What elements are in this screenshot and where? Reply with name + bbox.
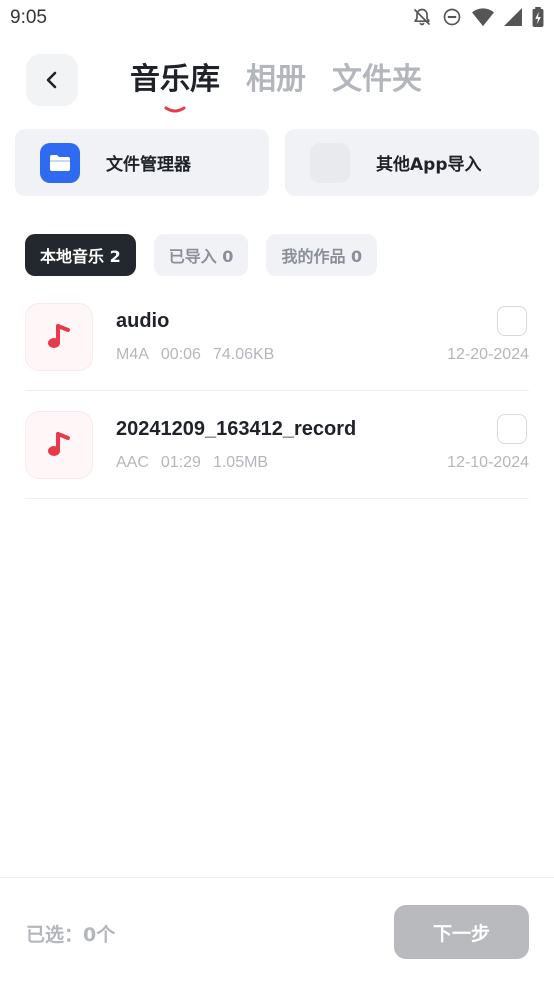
signal-icon bbox=[504, 8, 522, 26]
status-bar: 9:05 bbox=[0, 0, 554, 38]
tab-label: 音乐库 bbox=[130, 62, 220, 97]
tab-album[interactable]: 相册 bbox=[246, 60, 306, 100]
other-app-import-button[interactable]: 其他App导入 bbox=[285, 129, 539, 196]
active-tab-indicator bbox=[164, 106, 186, 113]
filter-chips: 本地音乐 2 已导入 0 我的作品 0 bbox=[25, 234, 378, 276]
folder-icon bbox=[40, 142, 80, 183]
track-size: 74.06KB bbox=[212, 346, 275, 363]
wifi-icon bbox=[472, 7, 494, 27]
tab-label: 相册 bbox=[246, 62, 306, 97]
import-sources: 文件管理器 其他App导入 bbox=[15, 129, 539, 196]
source-label: 文件管理器 bbox=[106, 155, 191, 175]
source-label: 其他App导入 bbox=[376, 155, 482, 175]
next-step-button[interactable]: 下一步 bbox=[394, 905, 529, 959]
filter-my-works[interactable]: 我的作品 0 bbox=[266, 234, 378, 276]
filter-local-music[interactable]: 本地音乐 2 bbox=[25, 234, 136, 276]
track-meta: AAC 01:29 1.05MB bbox=[116, 454, 268, 472]
selected-count: 已选：0个 bbox=[26, 924, 116, 946]
music-note-icon bbox=[25, 303, 93, 371]
footer-bar: 已选：0个 下一步 bbox=[0, 877, 554, 985]
status-icons bbox=[412, 7, 544, 27]
track-name: audio bbox=[116, 310, 170, 332]
track-format: M4A bbox=[116, 346, 149, 363]
back-button[interactable] bbox=[26, 54, 78, 106]
do-not-disturb-icon bbox=[442, 7, 462, 27]
music-note-icon bbox=[25, 411, 93, 479]
notifications-off-icon bbox=[412, 7, 432, 27]
tab-music-library[interactable]: 音乐库 bbox=[130, 60, 220, 113]
filter-imported[interactable]: 已导入 0 bbox=[153, 234, 249, 276]
select-checkbox[interactable] bbox=[497, 414, 527, 444]
track-date: 12-10-2024 bbox=[447, 454, 529, 471]
tab-folder[interactable]: 文件夹 bbox=[332, 60, 422, 100]
tab-label: 文件夹 bbox=[332, 62, 422, 97]
list-item[interactable]: 20241209_163412_record AAC 01:29 1.05MB … bbox=[25, 391, 529, 499]
header: 音乐库 相册 文件夹 bbox=[0, 50, 554, 113]
track-format: AAC bbox=[116, 454, 149, 471]
track-duration: 01:29 bbox=[160, 454, 201, 471]
apps-icon bbox=[310, 142, 350, 183]
track-duration: 00:06 bbox=[160, 346, 201, 363]
track-name: 20241209_163412_record bbox=[116, 418, 357, 440]
track-meta: M4A 00:06 74.06KB bbox=[116, 346, 274, 364]
status-time: 9:05 bbox=[10, 7, 47, 28]
file-manager-button[interactable]: 文件管理器 bbox=[15, 129, 269, 196]
track-list: audio M4A 00:06 74.06KB 12-20-2024 20241… bbox=[25, 283, 529, 499]
track-date: 12-20-2024 bbox=[447, 346, 529, 363]
battery-icon bbox=[532, 7, 544, 27]
list-item[interactable]: audio M4A 00:06 74.06KB 12-20-2024 bbox=[25, 283, 529, 391]
select-checkbox[interactable] bbox=[497, 306, 527, 336]
chevron-left-icon bbox=[46, 71, 57, 89]
tab-bar: 音乐库 相册 文件夹 bbox=[130, 60, 422, 113]
track-size: 1.05MB bbox=[212, 454, 269, 471]
